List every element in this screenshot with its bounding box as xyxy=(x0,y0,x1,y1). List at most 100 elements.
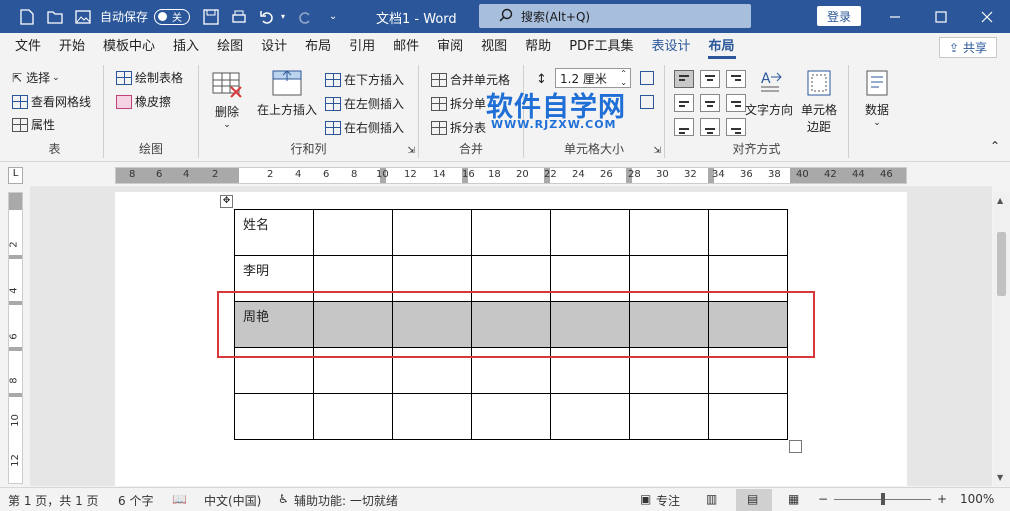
ruler-row-marker[interactable] xyxy=(9,255,22,259)
cell-margins-button[interactable]: 单元格 边距 xyxy=(801,69,837,135)
zoom-out-icon[interactable]: − xyxy=(818,492,828,506)
distribute-columns-icon[interactable] xyxy=(640,71,654,85)
tab-layout[interactable]: 布局 xyxy=(296,33,340,61)
tab-template-center[interactable]: 模板中心 xyxy=(94,33,164,61)
tab-references[interactable]: 引用 xyxy=(340,33,384,61)
align-bottom-center-icon[interactable] xyxy=(700,118,720,136)
collapse-ribbon-icon[interactable]: ⌃ xyxy=(990,139,1000,153)
tab-view[interactable]: 视图 xyxy=(472,33,516,61)
table-cell[interactable] xyxy=(550,209,630,256)
proofing-icon[interactable]: 📖 xyxy=(172,492,187,506)
align-middle-center-icon[interactable] xyxy=(700,94,720,112)
insert-right-button[interactable]: 在右侧插入 xyxy=(325,119,404,136)
table-row[interactable] xyxy=(234,393,788,440)
data-button[interactable]: 数据 ⌄ xyxy=(861,69,893,128)
table-cell[interactable] xyxy=(392,393,472,440)
accessibility-status[interactable]: 辅助功能: 一切就绪 xyxy=(294,492,398,509)
align-top-left-icon[interactable] xyxy=(674,70,694,88)
zoom-in-icon[interactable]: + xyxy=(937,492,947,506)
text-direction-button[interactable]: A 文字方向 xyxy=(745,69,793,118)
focus-label[interactable]: 专注 xyxy=(656,492,680,509)
customize-toolbar-icon[interactable]: ⌄ xyxy=(322,6,344,28)
properties-button[interactable]: 属性 xyxy=(12,116,55,133)
table-row[interactable]: 姓名 xyxy=(234,209,788,256)
tab-draw[interactable]: 绘图 xyxy=(208,33,252,61)
insert-left-button[interactable]: 在左侧插入 xyxy=(325,95,404,112)
new-document-icon[interactable] xyxy=(16,6,38,28)
print-preview-icon[interactable] xyxy=(228,6,250,28)
tab-home[interactable]: 开始 xyxy=(50,33,94,61)
save-icon[interactable] xyxy=(200,6,222,28)
tab-table-design[interactable]: 表设计 xyxy=(643,33,700,61)
table-resize-handle[interactable] xyxy=(789,440,802,453)
table-cell[interactable] xyxy=(234,393,314,440)
language[interactable]: 中文(中国) xyxy=(204,492,261,509)
share-button[interactable]: ⇪ 共享 xyxy=(939,37,997,58)
print-layout-icon[interactable]: ▤ xyxy=(747,492,758,506)
tab-review[interactable]: 审阅 xyxy=(428,33,472,61)
table-cell[interactable] xyxy=(471,209,551,256)
web-layout-icon[interactable]: ▦ xyxy=(788,492,799,506)
dialog-launcher-icon[interactable]: ⇲ xyxy=(407,146,415,156)
tab-table-layout[interactable]: 布局 xyxy=(700,33,744,61)
tab-mailings[interactable]: 邮件 xyxy=(384,33,428,61)
draw-table-button[interactable]: 绘制表格 xyxy=(116,69,183,86)
table-cell[interactable]: 姓名 xyxy=(234,209,314,256)
ruler-row-marker[interactable] xyxy=(9,301,22,305)
align-middle-right-icon[interactable] xyxy=(726,94,746,112)
tab-selector[interactable]: L xyxy=(8,167,23,184)
login-button[interactable]: 登录 xyxy=(817,6,861,26)
focus-icon[interactable]: ▣ xyxy=(640,492,651,506)
autosave-toggle[interactable]: 关 xyxy=(154,8,191,25)
undo-dropdown-icon[interactable]: ▾ xyxy=(278,6,288,28)
align-middle-left-icon[interactable] xyxy=(674,94,694,112)
search-box[interactable]: 搜索(Alt+Q) xyxy=(479,4,751,28)
align-bottom-right-icon[interactable] xyxy=(726,118,746,136)
delete-button[interactable]: 删除 ⌄ xyxy=(211,71,243,130)
distribute-rows-icon[interactable] xyxy=(640,95,654,109)
table-cell[interactable] xyxy=(471,393,551,440)
table-cell[interactable] xyxy=(708,209,788,256)
tab-help[interactable]: 帮助 xyxy=(516,33,560,61)
close-icon[interactable] xyxy=(964,0,1010,33)
tab-pdf-tools[interactable]: PDF工具集 xyxy=(560,33,642,61)
ruler-row-marker[interactable] xyxy=(9,347,22,351)
scrollbar-thumb[interactable] xyxy=(997,232,1006,296)
open-folder-icon[interactable] xyxy=(44,6,66,28)
page-info[interactable]: 第 1 页，共 1 页 xyxy=(8,492,99,509)
select-button[interactable]: ⇱ 选择 ⌄ xyxy=(12,69,60,86)
scroll-down-icon[interactable]: ▼ xyxy=(997,473,1003,482)
table-move-handle-icon[interactable]: ✥ xyxy=(220,195,233,208)
eraser-button[interactable]: 橡皮擦 xyxy=(116,93,171,110)
align-bottom-left-icon[interactable] xyxy=(674,118,694,136)
table-cell[interactable] xyxy=(392,209,472,256)
image-icon[interactable] xyxy=(72,6,94,28)
table-cell[interactable] xyxy=(313,393,393,440)
table-cell[interactable] xyxy=(629,393,709,440)
redo-icon[interactable] xyxy=(294,6,316,28)
undo-icon[interactable] xyxy=(256,6,278,28)
tab-file[interactable]: 文件 xyxy=(6,33,50,61)
view-gridlines-button[interactable]: 查看网格线 xyxy=(12,93,91,110)
vertical-ruler[interactable]: 2 4 6 8 10 12 xyxy=(8,192,23,484)
dialog-launcher-icon[interactable]: ⇲ xyxy=(653,146,661,156)
zoom-slider-thumb[interactable] xyxy=(881,493,885,505)
align-top-center-icon[interactable] xyxy=(700,70,720,88)
split-cells-button[interactable]: 拆分单 xyxy=(431,95,486,112)
zoom-level[interactable]: 100% xyxy=(960,492,994,506)
tab-insert[interactable]: 插入 xyxy=(164,33,208,61)
tab-design[interactable]: 设计 xyxy=(252,33,296,61)
horizontal-ruler[interactable]: 8 6 4 2 2 4 6 8 10 12 14 16 18 20 22 24 … xyxy=(115,167,907,184)
split-table-button[interactable]: 拆分表 xyxy=(431,119,486,136)
maximize-icon[interactable] xyxy=(918,0,964,33)
table-cell[interactable] xyxy=(313,209,393,256)
align-top-right-icon[interactable] xyxy=(726,70,746,88)
scroll-up-icon[interactable]: ▲ xyxy=(997,196,1003,205)
ruler-row-marker[interactable] xyxy=(9,393,22,397)
insert-above-button[interactable]: 在上方插入 xyxy=(257,69,317,118)
table-cell[interactable] xyxy=(629,209,709,256)
table-cell[interactable] xyxy=(550,393,630,440)
word-count[interactable]: 6 个字 xyxy=(118,492,153,509)
minimize-icon[interactable] xyxy=(872,0,918,33)
table-cell[interactable] xyxy=(708,393,788,440)
